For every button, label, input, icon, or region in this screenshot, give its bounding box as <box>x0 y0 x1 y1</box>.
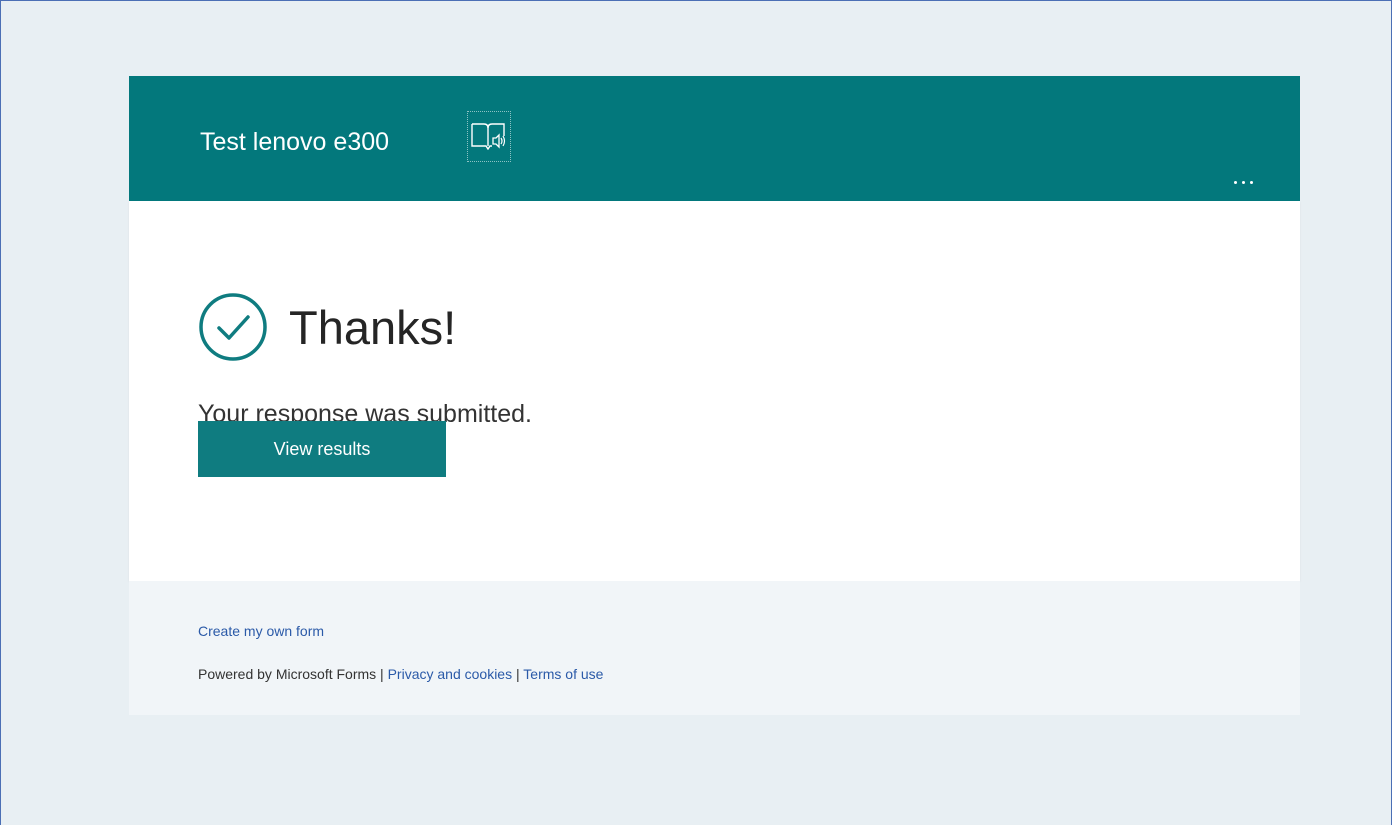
view-results-button[interactable]: View results <box>198 421 446 477</box>
terms-link[interactable]: Terms of use <box>523 666 603 682</box>
create-form-link[interactable]: Create my own form <box>198 623 324 639</box>
more-dot <box>1249 180 1253 184</box>
form-title: Test lenovo e300 <box>200 128 390 156</box>
separator: | <box>512 666 524 682</box>
form-header: Test lenovo e300 <box>129 76 1300 201</box>
form-card: Test lenovo e300 Thanks! Your response w… <box>129 76 1300 715</box>
check-circle-icon <box>199 293 267 361</box>
form-footer: Create my own form Powered by Microsoft … <box>129 581 1300 715</box>
powered-by-line: Powered by Microsoft Forms | Privacy and… <box>198 666 603 682</box>
more-dot <box>1241 180 1245 184</box>
thanks-heading: Thanks! <box>289 301 457 354</box>
immersive-reader-icon[interactable] <box>467 111 511 162</box>
confirmation-body: Thanks! Your response was submitted. Vie… <box>129 201 1300 581</box>
privacy-link[interactable]: Privacy and cookies <box>388 666 513 682</box>
powered-by-text: Powered by Microsoft Forms <box>198 666 377 682</box>
separator: | <box>376 666 388 682</box>
more-dot <box>1233 180 1237 184</box>
more-options-icon[interactable] <box>1226 172 1260 192</box>
